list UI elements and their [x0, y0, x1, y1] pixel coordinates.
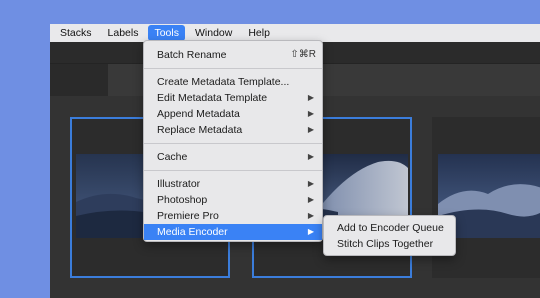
edit-metadata-template-label: Edit Metadata Template	[157, 92, 268, 104]
premiere-pro-label: Premiere Pro	[157, 210, 219, 222]
replace-metadata-label: Replace Metadata	[157, 124, 243, 136]
chevron-right-icon: ▶	[307, 125, 314, 134]
illustrator-label: Illustrator	[157, 178, 201, 190]
chevron-right-icon: ▶	[307, 152, 314, 161]
menu-window[interactable]: Window	[189, 25, 238, 41]
chevron-right-icon: ▶	[307, 93, 314, 102]
menu-item-photoshop[interactable]: Photoshop ▶	[144, 192, 322, 208]
append-metadata-label: Append Metadata	[157, 108, 240, 120]
tools-menu: Batch Rename ⇧⌘R Create Metadata Templat…	[143, 40, 323, 242]
menu-item-edit-metadata-template[interactable]: Edit Metadata Template ▶	[144, 90, 322, 106]
submenu-item-add-to-encoder-queue[interactable]: Add to Encoder Queue	[324, 220, 455, 236]
menu-item-replace-metadata[interactable]: Replace Metadata ▶	[144, 122, 322, 138]
chevron-right-icon: ▶	[307, 179, 314, 188]
panel-tab[interactable]	[50, 64, 108, 96]
menu-item-cache[interactable]: Cache ▶	[144, 149, 322, 165]
menu-separator	[144, 170, 322, 171]
batch-rename-shortcut: ⇧⌘R	[290, 49, 316, 60]
media-encoder-label: Media Encoder	[157, 226, 228, 238]
chevron-right-icon: ▶	[307, 109, 314, 118]
menu-separator	[144, 68, 322, 69]
stitch-clips-together-label: Stitch Clips Together	[337, 238, 434, 250]
menu-item-illustrator[interactable]: Illustrator ▶	[144, 176, 322, 192]
submenu-item-stitch-clips-together[interactable]: Stitch Clips Together	[324, 236, 455, 252]
menu-item-create-metadata-template[interactable]: Create Metadata Template...	[144, 74, 322, 90]
menu-stacks[interactable]: Stacks	[54, 25, 98, 41]
create-metadata-template-label: Create Metadata Template...	[157, 76, 290, 88]
media-encoder-submenu: Add to Encoder Queue Stitch Clips Togeth…	[323, 215, 456, 256]
chevron-right-icon: ▶	[307, 195, 314, 204]
menu-item-batch-rename[interactable]: Batch Rename ⇧⌘R	[144, 47, 322, 63]
menu-item-media-encoder[interactable]: Media Encoder ▶	[144, 224, 322, 240]
batch-rename-label: Batch Rename	[157, 49, 227, 61]
menu-item-append-metadata[interactable]: Append Metadata ▶	[144, 106, 322, 122]
add-to-encoder-queue-label: Add to Encoder Queue	[337, 222, 444, 234]
chevron-right-icon: ▶	[307, 211, 314, 220]
chevron-right-icon: ▶	[307, 227, 314, 236]
menu-tools[interactable]: Tools	[148, 25, 185, 41]
photoshop-label: Photoshop	[157, 194, 208, 206]
menu-item-premiere-pro[interactable]: Premiere Pro ▶	[144, 208, 322, 224]
menu-labels[interactable]: Labels	[102, 25, 145, 41]
cache-label: Cache	[157, 151, 188, 163]
menu-help[interactable]: Help	[242, 25, 276, 41]
menu-separator	[144, 143, 322, 144]
